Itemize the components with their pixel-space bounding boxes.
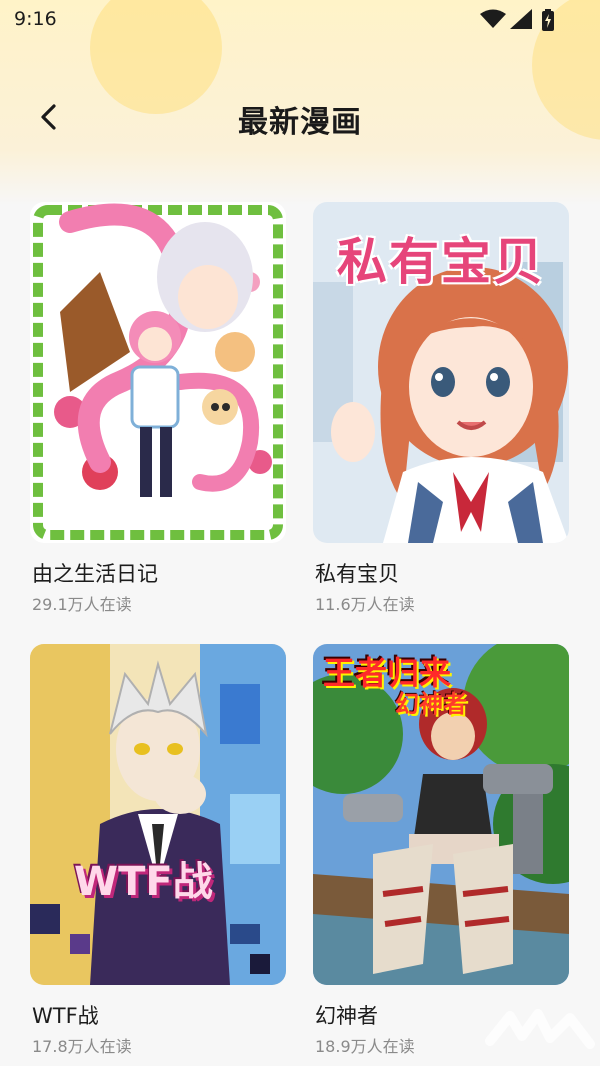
- comic-card[interactable]: 由之生活日记 29.1万人在读: [30, 202, 286, 614]
- page: 9:16 最新漫画 由之生活日记 29.1万人在读 私有宝贝 私有宝贝 11.6…: [0, 0, 600, 1066]
- comic-title[interactable]: 由之生活日记: [32, 558, 158, 588]
- comic-readers-count: 11.6万人在读: [315, 595, 415, 614]
- comic-readers-count: 17.8万人在读: [32, 1037, 132, 1056]
- comic-card[interactable]: 王者归来 幻神者 幻神者 18.9万人在读: [313, 644, 569, 1056]
- cover-illustration: [30, 202, 286, 543]
- comic-card[interactable]: 私有宝贝 私有宝贝 11.6万人在读: [313, 202, 569, 614]
- cover-title-text: 私有宝贝: [337, 233, 545, 291]
- comic-cover[interactable]: 私有宝贝: [313, 202, 569, 543]
- comic-cover[interactable]: [30, 202, 286, 543]
- watermark-logo: [485, 1009, 595, 1049]
- cover-illustration: [30, 644, 286, 985]
- comic-card[interactable]: WTF战 WTF战 17.8万人在读: [30, 644, 286, 1056]
- comic-title[interactable]: 私有宝贝: [315, 558, 399, 588]
- comic-readers-count: 29.1万人在读: [32, 595, 132, 614]
- comic-readers-count: 18.9万人在读: [315, 1037, 415, 1056]
- comic-title[interactable]: WTF战: [32, 1000, 99, 1030]
- cover-subtitle-text: 幻神者: [395, 690, 467, 718]
- comic-title[interactable]: 幻神者: [315, 1000, 378, 1030]
- comic-cover[interactable]: WTF战: [30, 644, 286, 985]
- comic-grid: 由之生活日记 29.1万人在读 私有宝贝 私有宝贝 11.6万人在读 WTF战 …: [0, 0, 600, 1066]
- cover-title-text: WTF战: [74, 859, 213, 905]
- comic-cover[interactable]: 王者归来 幻神者: [313, 644, 569, 985]
